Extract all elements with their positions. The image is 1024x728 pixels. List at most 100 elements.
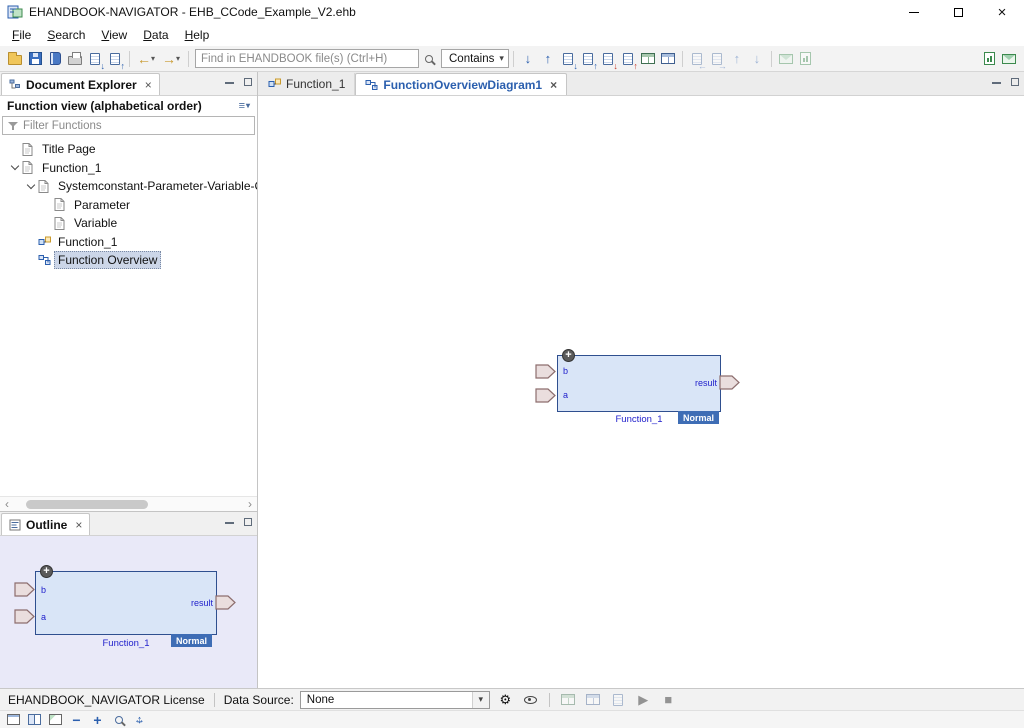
minimize-panel-icon[interactable] xyxy=(992,80,1001,84)
datasource-settings-icon[interactable]: ⚙ xyxy=(496,691,515,709)
view-menu-icon[interactable]: ≡ ▾ xyxy=(239,100,250,112)
find-input[interactable] xyxy=(195,49,419,68)
magnifier-glyph xyxy=(425,55,433,63)
save-icon[interactable] xyxy=(25,49,45,69)
menu-search[interactable]: Search xyxy=(39,26,93,44)
maximize-panel-icon[interactable] xyxy=(1011,78,1019,86)
maximize-panel-icon[interactable] xyxy=(244,518,252,526)
chevron-expanded-icon[interactable] xyxy=(8,166,22,169)
chevron-expanded-icon[interactable] xyxy=(24,185,38,188)
document-glyph xyxy=(613,694,623,706)
filter-functions-input[interactable] xyxy=(23,120,249,132)
report-icon[interactable] xyxy=(796,49,816,69)
move-down-icon[interactable]: ↓ xyxy=(747,49,767,69)
function-block-outline[interactable]: + b a result Function_1 Normal xyxy=(14,557,260,652)
find-previous-icon[interactable]: ↑ xyxy=(538,49,558,69)
stop-measurement-icon[interactable]: ■ xyxy=(659,691,678,709)
expand-arrows-icon: ↔ ↕ xyxy=(132,712,147,727)
forward-icon[interactable]: → xyxy=(159,49,179,69)
zoom-in-button[interactable]: + xyxy=(89,712,106,727)
tab-function-1[interactable]: Function_1 xyxy=(259,73,355,95)
hits-table-icon[interactable] xyxy=(658,49,678,69)
datasource-dropdown[interactable]: None ▾ xyxy=(300,691,490,709)
next-marked-document-icon[interactable]: ↓ xyxy=(598,49,618,69)
tab-outline[interactable]: Outline × xyxy=(1,513,90,535)
next-match-document-icon[interactable]: ↓ xyxy=(558,49,578,69)
scroll-left-icon[interactable]: ‹ xyxy=(0,497,14,511)
input-port-icon[interactable] xyxy=(535,388,557,403)
zoom-out-button[interactable]: − xyxy=(68,712,85,727)
console-view-icon[interactable] xyxy=(5,712,22,727)
find-next-icon[interactable]: ↓ xyxy=(518,49,538,69)
input-port-icon[interactable] xyxy=(535,364,557,379)
tree-item-systemconstant[interactable]: Systemconstant-Parameter-Variable-Cl xyxy=(0,177,257,196)
tree-item-variable[interactable]: Variable xyxy=(0,214,257,233)
split-view-icon[interactable] xyxy=(26,712,43,727)
close-icon[interactable]: × xyxy=(145,79,152,91)
function-block-body[interactable] xyxy=(35,571,217,635)
tree-item-title-page[interactable]: Title Page xyxy=(0,140,257,159)
minimize-panel-icon[interactable] xyxy=(225,80,234,84)
results-table-icon[interactable] xyxy=(638,49,658,69)
snapshot-list-icon[interactable] xyxy=(584,691,603,709)
tab-document-explorer[interactable]: Document Explorer × xyxy=(1,73,160,95)
start-measurement-icon[interactable]: ▶ xyxy=(634,691,653,709)
tab-function-overview-diagram[interactable]: FunctionOverviewDiagram1 × xyxy=(355,73,567,95)
scrollbar-thumb[interactable] xyxy=(26,500,148,509)
menu-help[interactable]: Help xyxy=(177,26,218,44)
export-document-icon[interactable]: ↑ xyxy=(105,49,125,69)
feedback-mail-icon[interactable] xyxy=(776,49,796,69)
document-glyph xyxy=(90,53,100,65)
view-header: Function view (alphabetical order) ≡ ▾ xyxy=(0,96,257,115)
open-report-icon[interactable] xyxy=(979,49,999,69)
tree-item-function-1[interactable]: Function_1 xyxy=(0,159,257,178)
open-folder-icon[interactable] xyxy=(5,49,25,69)
tree-item-parameter[interactable]: Parameter xyxy=(0,196,257,215)
function-block[interactable]: + b a result Function_1 Normal xyxy=(535,341,747,426)
zoom-level-icon[interactable] xyxy=(110,712,127,727)
snapshot-document-icon[interactable] xyxy=(609,691,628,709)
output-port-icon[interactable] xyxy=(215,595,237,610)
tree-item-function-1-block[interactable]: Function_1 xyxy=(0,233,257,252)
close-icon[interactable]: × xyxy=(75,519,82,531)
match-mode-dropdown[interactable]: Contains ▾ xyxy=(441,49,509,68)
input-port-icon[interactable] xyxy=(14,609,36,624)
search-icon[interactable] xyxy=(419,49,439,69)
print-icon[interactable] xyxy=(65,49,85,69)
menu-file[interactable]: File xyxy=(4,26,39,44)
main-toolbar: ↓ ↑ ← ▾ → ▾ Contains ▾ ↓ ↑ ↓ ↑ ↓ ↑ ← → ↑… xyxy=(0,46,1024,72)
tree-item-function-overview[interactable]: Function Overview xyxy=(0,251,257,270)
close-icon[interactable]: × xyxy=(550,79,557,91)
import-document-icon[interactable]: ↓ xyxy=(85,49,105,69)
maximize-icon xyxy=(954,8,963,17)
close-button[interactable]: × xyxy=(980,0,1024,24)
export-image-icon[interactable] xyxy=(47,712,64,727)
snapshot-table-icon[interactable] xyxy=(559,691,578,709)
expand-plus-icon[interactable]: + xyxy=(562,349,575,362)
handbook-icon[interactable] xyxy=(45,49,65,69)
eye-glyph xyxy=(524,696,537,704)
menu-data[interactable]: Data xyxy=(135,26,176,44)
plus-glyph: + xyxy=(93,712,101,728)
visibility-icon[interactable] xyxy=(521,691,540,709)
fit-to-view-button[interactable]: ↔ ↕ xyxy=(131,712,148,727)
minimize-button[interactable] xyxy=(892,0,936,24)
minimize-panel-icon[interactable] xyxy=(225,520,234,524)
back-icon[interactable]: ← xyxy=(134,49,154,69)
maximize-button[interactable] xyxy=(936,0,980,24)
expand-plus-icon[interactable]: + xyxy=(40,565,53,578)
envelope-icon[interactable] xyxy=(999,49,1019,69)
previous-marked-document-icon[interactable]: ↑ xyxy=(618,49,638,69)
maximize-panel-icon[interactable] xyxy=(244,78,252,86)
input-port-icon[interactable] xyxy=(14,582,36,597)
tab-label: FunctionOverviewDiagram1 xyxy=(383,78,542,92)
previous-match-document-icon[interactable]: ↑ xyxy=(578,49,598,69)
output-port-icon[interactable] xyxy=(719,375,741,390)
menu-view[interactable]: View xyxy=(93,26,135,44)
scroll-right-icon[interactable]: › xyxy=(243,497,257,511)
next-document-icon[interactable]: → xyxy=(707,49,727,69)
move-up-icon[interactable]: ↑ xyxy=(727,49,747,69)
chevron-down-icon[interactable]: ▾ xyxy=(472,692,489,708)
page-icon xyxy=(22,161,38,174)
previous-document-icon[interactable]: ← xyxy=(687,49,707,69)
